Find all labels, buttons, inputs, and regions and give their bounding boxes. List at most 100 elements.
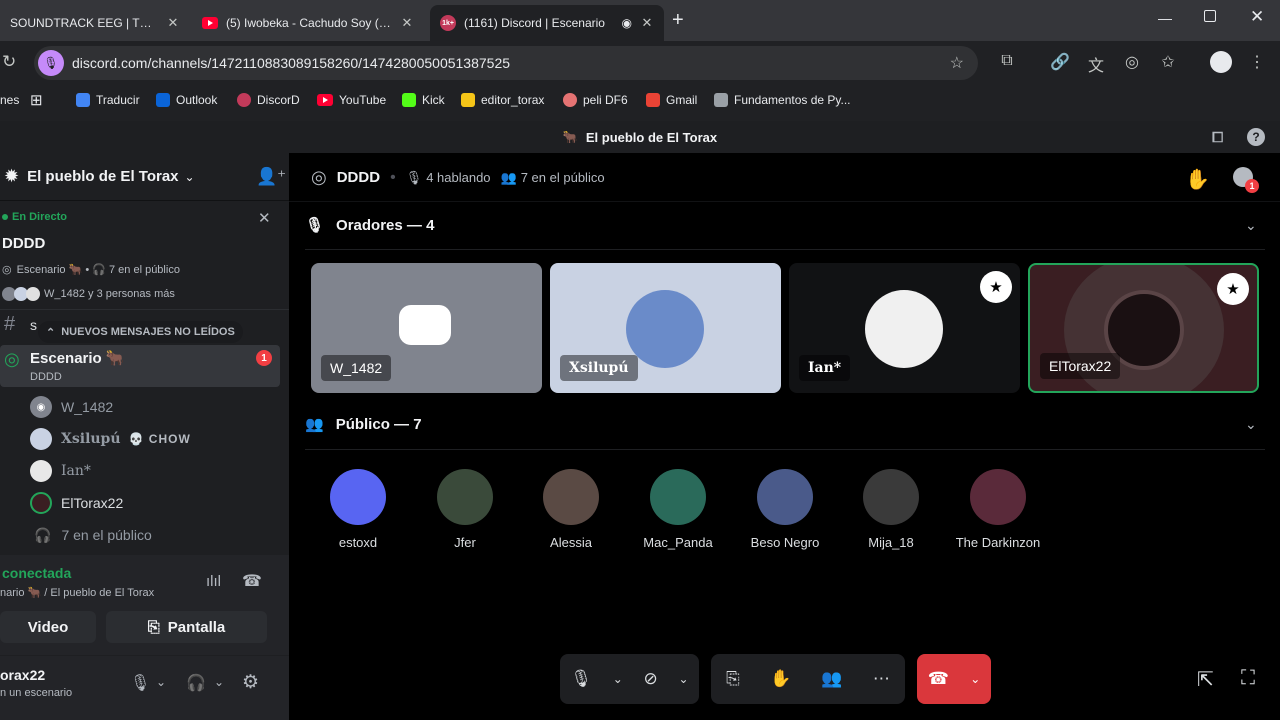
lens-icon[interactable]: ◎ (1121, 52, 1143, 72)
bookmark-editor-torax[interactable]: editor_torax (461, 88, 544, 112)
speakers-header[interactable]: 🎙 Oradores — 4 (305, 216, 434, 235)
inbox-icon[interactable]: ⧠ (1212, 129, 1223, 146)
member-row[interactable]: ElTorax22 (0, 491, 280, 515)
audience-member[interactable]: estoxd (308, 469, 408, 550)
tab-discord[interactable]: 1k+ (1161) Discord | Escenario ◉ ✕ (430, 5, 664, 41)
speaker-tile[interactable]: Xsilupú (550, 263, 781, 393)
member-row[interactable]: Ian* (0, 459, 280, 483)
avatar (650, 469, 706, 525)
invite-speaker-icon[interactable]: 👥 (821, 669, 842, 689)
avatar (26, 287, 40, 301)
divider (289, 201, 1280, 202)
camera-off-icon[interactable]: ⊘ (644, 669, 658, 689)
audience-member[interactable]: The Darkinzon (948, 469, 1048, 550)
chevron-down-icon[interactable]: ⌄ (156, 675, 166, 689)
audience-member[interactable]: Mija_18 (841, 469, 941, 550)
bookmark-discord[interactable]: DiscorD (237, 88, 300, 112)
speaker-tile-speaking[interactable]: ★ ElTorax22 (1028, 263, 1259, 393)
audience-member[interactable]: Beso Negro (735, 469, 835, 550)
speaker-tile[interactable]: ★ Ian* (789, 263, 1020, 393)
add-member-icon[interactable]: 👤⁺ (256, 167, 286, 187)
mic-icon[interactable]: 🎙 (130, 673, 150, 693)
maximize-button[interactable] (1204, 10, 1216, 22)
fullscreen-icon[interactable]: ⛶ (1241, 667, 1255, 690)
mic-icon[interactable]: 🎙 (570, 669, 592, 689)
member-row[interactable]: Xsilupú 💀 CHOW (0, 427, 280, 451)
headphones-icon[interactable]: 🎧 (186, 673, 206, 693)
settings-gear-icon[interactable]: ⚙ (242, 671, 259, 694)
tab-soundtrack[interactable]: SOUNDTRACK EEG | TROMP ✕ (0, 5, 190, 41)
close-icon[interactable]: ✕ (640, 15, 654, 31)
close-icon[interactable]: ✕ (166, 15, 180, 31)
channel-escenario[interactable]: ◎ Escenario 🐂 DDDD 1 (0, 345, 280, 387)
url-text[interactable]: discord.com/channels/1472110883089158260… (72, 55, 510, 71)
chevron-down-icon[interactable]: ⌄ (613, 672, 623, 686)
close-icon[interactable]: ✕ (400, 15, 414, 31)
member-row[interactable]: ◉ W_1482 (0, 395, 280, 419)
screen-share-button[interactable]: ⎘ Pantalla (106, 611, 267, 643)
page-icon (714, 93, 728, 107)
reload-icon[interactable]: ↻ (2, 52, 16, 72)
new-tab-button[interactable]: + (672, 9, 684, 32)
address-bar[interactable]: 🎙 discord.com/channels/14721108830891582… (34, 46, 978, 80)
avatar (626, 290, 704, 368)
leave-stage-button[interactable]: ☎ ⌄ (917, 654, 991, 704)
raise-hand-icon[interactable]: ✋ (1185, 167, 1210, 192)
menu-icon[interactable]: ⋮ (1246, 52, 1268, 72)
audience-line[interactable]: 🎧 7 en el público (0, 523, 280, 547)
dismiss-live-button[interactable]: ✕ (258, 209, 271, 227)
chevron-down-icon[interactable]: ⌄ (1245, 217, 1257, 234)
truncated-channel[interactable]: s (30, 317, 37, 333)
translate-icon[interactable]: 文 (1085, 52, 1107, 76)
channel-sidebar: ✹ El pueblo de El Torax ⌄ 👤⁺ En Directo … (0, 153, 289, 720)
tab-title: (1161) Discord | Escenario (464, 16, 605, 30)
connection-status: conectada (2, 565, 72, 581)
speaker-tile[interactable]: W_1482 (311, 263, 542, 393)
favorites-icon[interactable]: ✩ (1157, 52, 1179, 72)
video-button[interactable]: Video (0, 611, 96, 643)
discord-avatar: ◉ (30, 396, 52, 418)
help-icon[interactable]: ? (1247, 128, 1265, 146)
tab-title: (5) Iwobeka - Cachudo Soy (Au (226, 16, 392, 30)
new-messages-pill[interactable]: ⌃ NUEVOS MENSAJES NO LEÍDOS (38, 321, 243, 343)
apps-grid-icon[interactable]: ⊞ (30, 88, 43, 112)
gear-icon[interactable]: ✹ (4, 166, 19, 187)
connection-location[interactable]: nario 🐂 / El pueblo de El Torax (0, 586, 154, 599)
bookmark-gmail[interactable]: Gmail (646, 88, 697, 112)
bookmark-truncated[interactable]: nes (0, 88, 19, 112)
extensions-icon[interactable]: ⧉ (996, 52, 1018, 70)
link-icon[interactable]: 🔗 (1049, 52, 1071, 72)
people-icon: 👥 (305, 416, 324, 433)
bookmark-star-icon[interactable]: ☆ (950, 53, 964, 73)
close-window-button[interactable]: ✕ (1250, 7, 1264, 27)
noise-suppression-icon[interactable]: ılıl (206, 573, 221, 590)
chevron-down-icon[interactable]: ⌄ (1245, 416, 1257, 433)
bookmark-peli[interactable]: peli DF6 (563, 88, 628, 112)
user-name[interactable]: orax22 (0, 667, 45, 683)
bookmark-fundamentos[interactable]: Fundamentos de Py... (714, 88, 851, 112)
profile-avatar[interactable] (1210, 51, 1232, 73)
minimize-button[interactable]: — (1158, 10, 1172, 26)
more-options-icon[interactable]: ⋯ (873, 669, 890, 689)
hand-off-icon[interactable]: ✋ (770, 669, 791, 689)
bookmark-outlook[interactable]: Outlook (156, 88, 217, 112)
action-control-group: ⎘ ✋ 👥 ⋯ (711, 654, 905, 704)
chevron-down-icon[interactable]: ⌄ (679, 672, 689, 686)
popout-icon[interactable]: ⇱ (1197, 667, 1214, 692)
disconnect-icon[interactable]: ☎ (242, 571, 262, 591)
bookmark-youtube[interactable]: YouTube (317, 88, 386, 112)
audience-header[interactable]: 👥 Público — 7 (305, 415, 422, 434)
server-header[interactable]: ✹ El pueblo de El Torax ⌄ 👤⁺ (0, 153, 289, 201)
audience-member[interactable]: Alessia (521, 469, 621, 550)
audience-member[interactable]: Jfer (415, 469, 515, 550)
screen-share-icon[interactable]: ⎘ (726, 669, 740, 689)
discord-title-bar: 🐂 El pueblo de El Torax ⧠ ? (0, 121, 1280, 153)
bookmark-kick[interactable]: Kick (402, 88, 445, 112)
audience-member[interactable]: Mac_Panda (628, 469, 728, 550)
chevron-down-icon[interactable]: ⌄ (214, 675, 224, 689)
tab-youtube[interactable]: (5) Iwobeka - Cachudo Soy (Au ✕ (192, 5, 424, 41)
mic-icon[interactable]: 🎙 (38, 50, 64, 76)
member-name: Beso Negro (750, 535, 820, 550)
bookmark-traducir[interactable]: Traducir (76, 88, 140, 112)
chevron-down-icon[interactable]: ⌄ (970, 672, 980, 686)
